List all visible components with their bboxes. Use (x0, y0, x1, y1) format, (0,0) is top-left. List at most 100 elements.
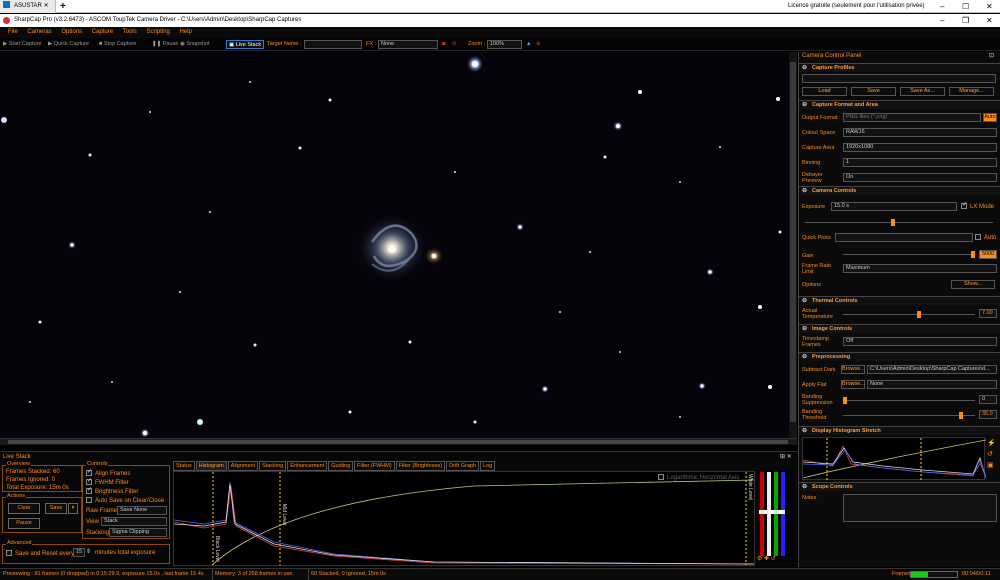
capture-area-select[interactable]: 1920x1080 (843, 143, 997, 152)
menu-options[interactable]: Options (61, 29, 82, 35)
stop-capture-button[interactable]: ■ Stop Capture (99, 38, 136, 51)
remote-session-tab[interactable]: ASUSTAR ✕ (0, 0, 56, 13)
section-image-controls[interactable]: Image Controls (799, 324, 1000, 334)
gain-slider[interactable] (843, 251, 975, 258)
tab-filter-brightness[interactable]: Filter (Brightness) (395, 461, 446, 471)
section-camera-controls[interactable]: Camera Controls (799, 186, 1000, 196)
pause-button[interactable]: ❚❚ Pause (152, 38, 178, 51)
gain-slider-knob[interactable] (971, 251, 975, 258)
tab-drift-graph[interactable]: Drift Graph (446, 461, 479, 471)
menu-scripting[interactable]: Scripting (146, 29, 169, 35)
close-window-icon[interactable]: ✕ (986, 14, 993, 27)
slider-tools-icons[interactable]: ⚙ ✚ ↺ (757, 555, 776, 562)
stepper-icon[interactable]: ⇕ (86, 548, 91, 555)
vertical-scrollbar-thumb[interactable] (790, 62, 796, 422)
output-format-select[interactable]: PNG files (*.png) (843, 113, 981, 122)
clear-button[interactable]: Clear (8, 503, 40, 514)
section-capture-profiles[interactable]: Capture Profiles (799, 63, 1000, 73)
minutes-input[interactable]: 15 (73, 548, 85, 557)
fx-select[interactable]: None (378, 40, 438, 49)
frame-rate-select[interactable]: Maximum (843, 264, 997, 273)
red-slider[interactable] (760, 472, 764, 556)
show-options-button[interactable]: Show... (951, 280, 995, 289)
minimize-icon[interactable]: – (940, 14, 944, 27)
pause-button[interactable]: Pause (8, 518, 40, 529)
section-histogram-stretch[interactable]: Display Histogram Stretch (799, 426, 1000, 436)
banding-supp-knob[interactable] (843, 397, 847, 404)
profile-select[interactable] (802, 74, 996, 83)
exposure-slider-knob[interactable] (891, 219, 895, 226)
restore-icon[interactable]: ❐ (962, 14, 969, 27)
start-capture-button[interactable]: ▶ Start Capture (3, 38, 41, 51)
level-sliders[interactable]: ⚙ ✚ ↺ (757, 470, 795, 562)
live-stack-button[interactable]: ▣ Live Stack (226, 40, 265, 49)
tab-enhancement[interactable]: Enhancement (287, 461, 328, 471)
brightness-filter-checkbox[interactable] (86, 486, 92, 494)
lx-mode-checkbox[interactable] (961, 201, 967, 209)
save-as-button[interactable]: Save As... (900, 87, 945, 96)
menu-cameras[interactable]: Cameras (27, 29, 51, 35)
banding-thr-value[interactable]: 35.0 (979, 410, 997, 419)
tab-filter-fwhm[interactable]: Filter (FWHM) (354, 461, 395, 471)
banding-thr-knob[interactable] (959, 412, 963, 419)
stacking-select[interactable]: Sigma Clipping (109, 528, 167, 537)
flat-select[interactable]: None (867, 380, 997, 389)
raw-frames-select[interactable]: Save None (117, 506, 167, 515)
vertical-scrollbar[interactable] (789, 52, 797, 438)
section-format-area[interactable]: Capture Format and Area (799, 100, 1000, 110)
banding-thr-slider[interactable] (843, 412, 975, 419)
record-icon[interactable]: ◙ (442, 38, 445, 51)
save-profile-button[interactable]: Save (851, 87, 896, 96)
no-entry-icon[interactable]: ⊘ (452, 38, 457, 51)
dark-path-select[interactable]: C:\Users\Admin\Desktop\SharpCap Captures… (867, 365, 997, 374)
target-name-input[interactable] (304, 40, 362, 49)
close-icon[interactable]: ✕ (44, 3, 49, 9)
banding-supp-value[interactable]: 0 (979, 395, 997, 404)
green-slider[interactable] (774, 472, 778, 556)
auto-exposure-checkbox[interactable] (975, 234, 981, 240)
slider-handle[interactable] (759, 510, 785, 514)
colour-space-select[interactable]: RAW16 (843, 128, 997, 137)
new-tab-button[interactable]: + (60, 0, 66, 13)
save-dropdown-icon[interactable]: ▾ (68, 503, 78, 514)
exposure-slider[interactable] (805, 219, 993, 226)
timestamp-select[interactable]: Off (843, 337, 997, 346)
close-window-icon[interactable]: ✕ (986, 0, 993, 13)
browse-flat-button[interactable]: Browse... (841, 380, 865, 389)
blue-slider[interactable] (781, 472, 785, 556)
quick-capture-button[interactable]: ▶ Quick Capture (48, 38, 89, 51)
binning-select[interactable]: 1 (843, 158, 997, 167)
tab-status[interactable]: Status (173, 461, 195, 471)
manage-button[interactable]: Manage... (949, 87, 994, 96)
quick-picks-select[interactable] (835, 233, 973, 242)
snapshot-button[interactable]: ◉ Snapshot (180, 38, 210, 51)
auto-save-checkbox[interactable] (86, 497, 92, 503)
zoom-select[interactable]: 100% (487, 40, 522, 49)
section-scope-controls[interactable]: Scope Controls (799, 482, 1000, 492)
menu-file[interactable]: File (8, 29, 18, 35)
camera-preview-image[interactable] (0, 52, 797, 438)
minimize-icon[interactable]: – (940, 0, 944, 13)
browse-dark-button[interactable]: Browse... (841, 365, 865, 374)
debayer-select[interactable]: On (843, 173, 997, 182)
scrollbar-thumb[interactable] (8, 440, 788, 444)
menu-help[interactable]: Help (179, 29, 191, 35)
reticle-icon[interactable]: ⊕ (536, 38, 541, 51)
luminance-slider[interactable] (767, 472, 771, 556)
histogram-plot[interactable]: Logarithmic Horizontal Axis Black Level … (173, 471, 755, 566)
section-thermal[interactable]: Thermal Controls (799, 296, 1000, 306)
stretch-histogram[interactable] (802, 437, 987, 481)
tab-guiding[interactable]: Guiding (328, 461, 354, 471)
pin-icon[interactable]: ⊡ (989, 52, 994, 59)
tab-histogram[interactable]: Histogram (195, 461, 227, 471)
load-button[interactable]: Load (802, 87, 847, 96)
pin-icon[interactable]: ⊞ ✕ (780, 453, 792, 460)
horizontal-scrollbar[interactable] (0, 438, 797, 445)
notes-textarea[interactable] (843, 494, 997, 522)
stretch-tools-icons[interactable]: ⚡ ↺ ▣ (987, 438, 996, 471)
menu-tools[interactable]: Tools (123, 29, 137, 35)
gain-value[interactable]: 5000 (979, 250, 997, 259)
auto-format-button[interactable]: Auto (983, 113, 997, 122)
save-button[interactable]: Save (45, 503, 67, 514)
histogram-icon[interactable]: ▲ (526, 38, 531, 51)
